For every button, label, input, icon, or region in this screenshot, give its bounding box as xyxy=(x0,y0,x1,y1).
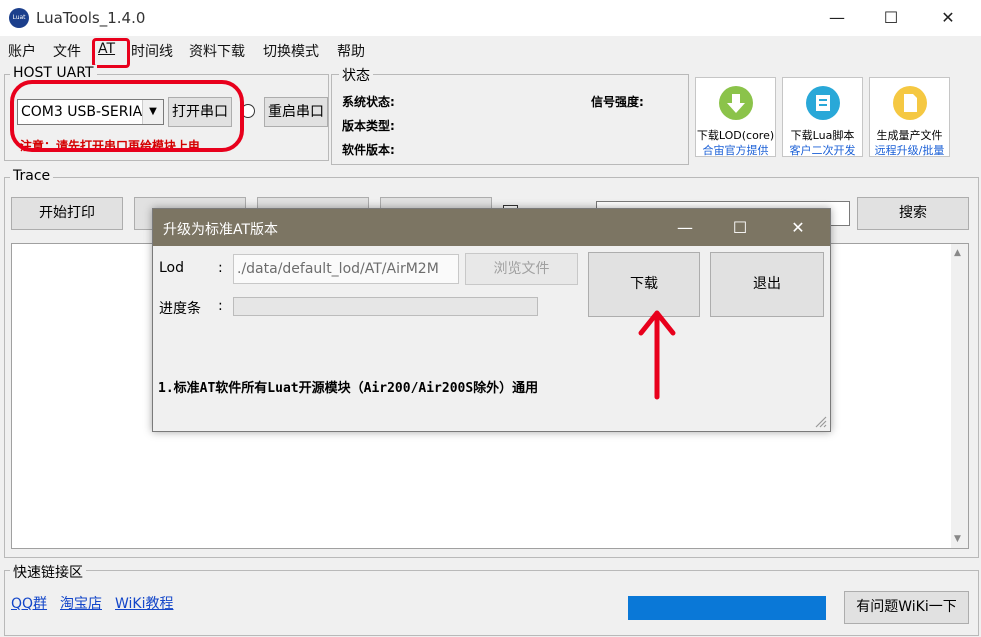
browse-file-button[interactable]: 浏览文件 xyxy=(465,253,578,285)
minimize-icon[interactable]: — xyxy=(811,0,863,36)
wiki-tutorial-link[interactable]: WiKi教程 xyxy=(115,593,174,613)
script-icon xyxy=(806,86,840,120)
lod-label: Lod xyxy=(159,260,185,276)
scrollbar[interactable]: ▲ ▼ xyxy=(951,244,968,548)
download-lua-button[interactable]: 下载Lua脚本 客户二次开发 xyxy=(782,77,863,157)
signal-strength-label: 信号强度: xyxy=(591,95,644,109)
dialog-minimize-icon[interactable]: — xyxy=(656,209,714,246)
dialog-title: 升级为标准AT版本 xyxy=(163,222,279,238)
window-title: LuaTools_1.4.0 xyxy=(36,9,146,27)
menu-switch-mode[interactable]: 切换模式 xyxy=(263,41,319,61)
restart-port-button[interactable]: 重启串口 xyxy=(264,97,328,127)
host-uart-title: HOST UART xyxy=(10,65,97,81)
dialog-note: 1.标准AT软件所有Luat开源模块（Air200/Air200S除外）通用 xyxy=(158,381,539,396)
maximize-icon[interactable]: ☐ xyxy=(865,0,917,36)
progress-colon: : xyxy=(218,298,223,314)
scroll-down-icon[interactable]: ▼ xyxy=(954,534,961,544)
qq-group-link[interactable]: QQ群 xyxy=(11,593,47,613)
upgrade-at-dialog: 升级为标准AT版本 — ☐ ✕ Lod : ./data/default_lod… xyxy=(152,208,831,432)
lod-path-field[interactable]: ./data/default_lod/AT/AirM2M xyxy=(233,254,459,284)
document-icon xyxy=(893,86,927,120)
download-lod-label: 下载LOD(core) xyxy=(696,129,775,142)
wiki-help-button[interactable]: 有问题WiKi一下 xyxy=(844,591,969,624)
taobao-link[interactable]: 淘宝店 xyxy=(60,593,102,613)
window-titlebar: Luat LuaTools_1.4.0 — ☐ ✕ xyxy=(0,0,981,36)
menu-downloads[interactable]: 资料下载 xyxy=(189,41,245,61)
arrow-up-icon xyxy=(638,310,676,400)
download-lod-sublabel: 合宙官方提供 xyxy=(702,144,769,157)
generate-production-sublabel: 远程升级/批量 xyxy=(874,144,945,157)
start-print-button[interactable]: 开始打印 xyxy=(11,197,123,230)
dialog-close-icon[interactable]: ✕ xyxy=(769,209,827,246)
generate-production-label: 生成量产文件 xyxy=(876,129,943,142)
app-logo-icon: Luat xyxy=(9,8,29,28)
search-button[interactable]: 搜索 xyxy=(857,197,969,230)
download-arrow-icon xyxy=(719,86,753,120)
scroll-up-icon[interactable]: ▲ xyxy=(954,248,961,258)
version-type-label: 版本类型: xyxy=(342,119,395,133)
resize-grip-icon[interactable] xyxy=(812,413,828,429)
menu-help[interactable]: 帮助 xyxy=(337,41,365,61)
download-lua-sublabel: 客户二次开发 xyxy=(789,144,856,157)
exit-button[interactable]: 退出 xyxy=(710,252,824,317)
menu-bar: 账户 文件 AT 时间线 资料下载 切换模式 帮助 xyxy=(0,36,981,64)
lod-path-value: ./data/default_lod/AT/AirM2M xyxy=(237,261,439,277)
trace-title: Trace xyxy=(10,168,54,184)
menu-account[interactable]: 账户 xyxy=(8,41,36,61)
software-version-label: 软件版本: xyxy=(342,143,395,157)
dialog-titlebar: 升级为标准AT版本 — ☐ ✕ xyxy=(153,209,830,246)
annotation-mark xyxy=(92,38,130,68)
system-status-label: 系统状态: xyxy=(342,95,395,109)
lod-colon: : xyxy=(218,260,223,276)
quick-links-title: 快速链接区 xyxy=(10,562,86,582)
close-icon[interactable]: ✕ xyxy=(922,0,974,36)
generate-production-button[interactable]: 生成量产文件 远程升级/批量 xyxy=(869,77,950,157)
annotation-circle xyxy=(10,80,244,152)
dialog-maximize-icon[interactable]: ☐ xyxy=(711,209,769,246)
download-lua-label: 下载Lua脚本 xyxy=(790,129,855,142)
status-title: 状态 xyxy=(339,65,373,85)
dialog-progress-bar xyxy=(233,297,538,316)
menu-file[interactable]: 文件 xyxy=(53,41,81,61)
progress-label: 进度条 xyxy=(159,301,201,317)
download-lod-button[interactable]: 下载LOD(core) 合宙官方提供 xyxy=(695,77,776,157)
menu-timeline[interactable]: 时间线 xyxy=(131,41,173,61)
progress-bar xyxy=(628,596,826,620)
